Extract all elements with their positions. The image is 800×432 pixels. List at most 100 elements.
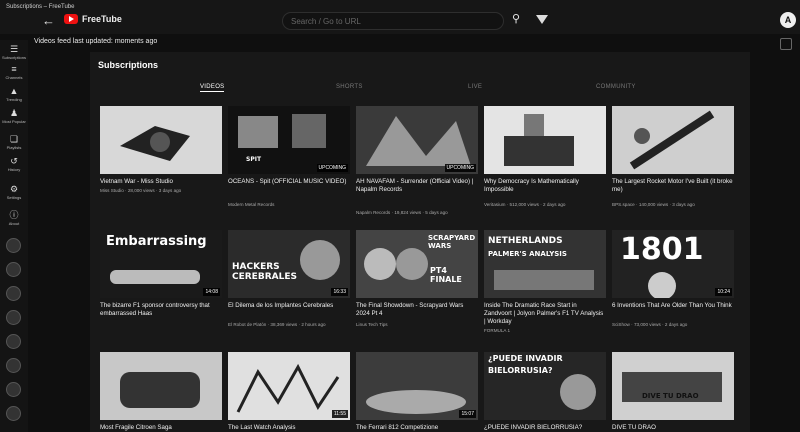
video-title[interactable]: Inside The Dramatic Race Start in Zandvo… (484, 302, 606, 326)
video-channel[interactable]: Napalm Records (356, 210, 390, 215)
brand-name: FreeTube (82, 14, 122, 24)
subscription-avatar[interactable] (6, 406, 21, 421)
back-arrow-icon[interactable]: ← (42, 14, 55, 27)
thumbnail-text: DIVE TU DRAO (642, 392, 699, 400)
filter-icon[interactable] (536, 15, 548, 24)
video-meta: Linus Tech Tips (356, 322, 478, 327)
bookmark-icon: ❏ (9, 134, 19, 144)
sidebar-item-label: About (8, 221, 20, 226)
video-channel[interactable]: SciShow (612, 322, 630, 327)
subscription-avatar[interactable] (6, 310, 21, 325)
tab-videos[interactable]: Videos (200, 84, 225, 92)
video-title[interactable]: OCEANS - Spit (OFFICIAL MUSIC VIDEO) (228, 178, 350, 186)
video-thumbnail[interactable]: ¿PUEDE INVADIR BIELORRUSIA? (484, 352, 606, 420)
sidebar-item-settings[interactable]: ⚙ Settings (0, 184, 28, 200)
video-title[interactable]: The Last Watch Analysis (228, 424, 350, 432)
sidebar-item-subscriptions[interactable]: ☰ Subscriptions (0, 44, 28, 60)
subscription-avatar[interactable] (6, 286, 21, 301)
subscription-avatar[interactable] (6, 238, 21, 253)
video-meta: BPS.space · 140,000 views · 3 days ago (612, 202, 695, 207)
video-thumbnail[interactable]: DIVE TU DRAO (612, 352, 734, 420)
video-duration: UPCOMING (444, 164, 476, 172)
search-icon[interactable]: ⚲ (512, 14, 520, 25)
subscription-avatar[interactable] (6, 382, 21, 397)
video-thumbnail[interactable]: NETHERLANDS PALMER'S ANALYSIS (484, 230, 606, 298)
video-title[interactable]: Vietnam War - Miss Studio (100, 178, 222, 186)
video-channel[interactable]: Linus Tech Tips (356, 322, 388, 327)
sidebar-item-playlists[interactable]: ❏ Playlists (0, 134, 28, 150)
video-channel[interactable]: El Robot de Platón (228, 322, 266, 327)
profile-avatar[interactable]: A (780, 12, 796, 28)
rss-icon: ☰ (9, 44, 19, 54)
tab-live[interactable]: Live (468, 84, 482, 90)
video-views: 73,000 views (633, 322, 661, 327)
video-meta: Miss Studio · 28,000 views · 3 days ago (100, 188, 182, 193)
video-duration: 10:24 (715, 288, 732, 296)
search-input[interactable]: Search / Go to URL (282, 12, 504, 30)
video-meta: El Robot de Platón · 38,369 views · 2 ho… (228, 322, 326, 327)
video-thumbnail[interactable]: 15:07 (356, 352, 478, 420)
video-thumbnail[interactable]: 1801 10:24 (612, 230, 734, 298)
sidebar-item-label: Most Popular (2, 119, 26, 124)
video-title[interactable]: The Ferrari 812 Competizione (356, 424, 478, 432)
sidebar-item-channels[interactable]: ≡ Channels (0, 64, 28, 80)
sidebar-item-trending[interactable]: ▲ Trending (0, 86, 28, 102)
users-icon: ♟ (9, 108, 19, 118)
video-channel[interactable]: FORMULA 1 (484, 328, 510, 333)
video-title[interactable]: Why Democracy Is Mathematically Impossib… (484, 178, 606, 194)
video-title[interactable]: El Dilema de los Implantes Cerebrales (228, 302, 350, 310)
video-meta: Modern Metal Records (228, 202, 350, 207)
video-duration: UPCOMING (316, 164, 348, 172)
video-title[interactable]: The Final Showdown - Scrapyard Wars 2024… (356, 302, 478, 318)
video-channel[interactable]: BPS.space (612, 202, 635, 207)
video-meta: Veritasium · 512,000 views · 2 days ago (484, 202, 566, 207)
tab-shorts[interactable]: Shorts (336, 84, 363, 90)
video-thumbnail[interactable]: UPCOMING (356, 106, 478, 174)
thumbnail-text: PT4 FINALE (430, 266, 462, 284)
sidebar-item-most-popular[interactable]: ♟ Most Popular (0, 108, 28, 124)
page-title: Subscriptions (98, 60, 159, 70)
sidebar: ☰ Subscriptions ≡ Channels ▲ Trending ♟ … (0, 40, 28, 432)
tab-community[interactable]: Community (596, 84, 636, 90)
video-meta: SciShow · 73,000 views · 2 days ago (612, 322, 688, 327)
video-duration: 16:33 (331, 288, 348, 296)
video-thumbnail[interactable]: HACKERS CEREBRALES 16:33 (228, 230, 350, 298)
sidebar-item-label: Trending (6, 97, 22, 102)
feed-status: Videos feed last updated: moments ago (34, 38, 158, 45)
video-title[interactable]: Most Fragile Citroen Saga (100, 424, 222, 432)
video-thumbnail[interactable] (100, 352, 222, 420)
video-age: 3 days ago (158, 188, 182, 193)
feed-tabs: Videos Shorts Live Community (200, 84, 650, 94)
video-thumbnail[interactable] (100, 106, 222, 174)
video-thumbnail[interactable]: SCRAPYARD WARS PT4 FINALE (356, 230, 478, 298)
video-thumbnail[interactable]: SPIT UPCOMING (228, 106, 350, 174)
video-views: 38,369 views (270, 322, 298, 327)
video-thumbnail[interactable]: Embarrassing 14:08 (100, 230, 222, 298)
video-age: 3 days ago (672, 202, 695, 207)
refresh-button[interactable] (780, 38, 792, 50)
subscription-avatar[interactable] (6, 334, 21, 349)
sidebar-item-about[interactable]: ⓘ About (0, 210, 28, 226)
sidebar-item-history[interactable]: ↺ History (0, 156, 28, 172)
video-thumbnail[interactable]: 11:55 (228, 352, 350, 420)
video-age: 2 days ago (664, 322, 688, 327)
video-thumbnail[interactable] (612, 106, 734, 174)
video-views: 512,000 views (509, 202, 539, 207)
video-age: 5 days ago (425, 210, 448, 215)
history-icon: ↺ (10, 156, 18, 166)
sidebar-item-label: Subscriptions (1, 55, 26, 60)
subscription-avatar[interactable] (6, 358, 21, 373)
video-title[interactable]: The Largest Rocket Motor I've Built (it … (612, 178, 734, 194)
video-title[interactable]: AH NAVAFAM - Surrender (Official Video) … (356, 178, 478, 194)
list-icon: ≡ (11, 64, 17, 74)
video-title[interactable]: The bizarre F1 sponsor controversy that … (100, 302, 222, 318)
video-title[interactable]: 6 Inventions That Are Older Than You Thi… (612, 302, 734, 310)
subscription-avatar[interactable] (6, 262, 21, 277)
video-title[interactable]: DIVE TU DRAO (612, 424, 734, 432)
video-channel[interactable]: Miss Studio (100, 188, 124, 193)
video-title[interactable]: ¿PUEDE INVADIR BIELORRUSIA? (484, 424, 606, 432)
video-channel[interactable]: Modern Metal Records (228, 202, 274, 207)
video-views: 28,000 views (127, 188, 155, 193)
video-channel[interactable]: Veritasium (484, 202, 505, 207)
video-thumbnail[interactable] (484, 106, 606, 174)
